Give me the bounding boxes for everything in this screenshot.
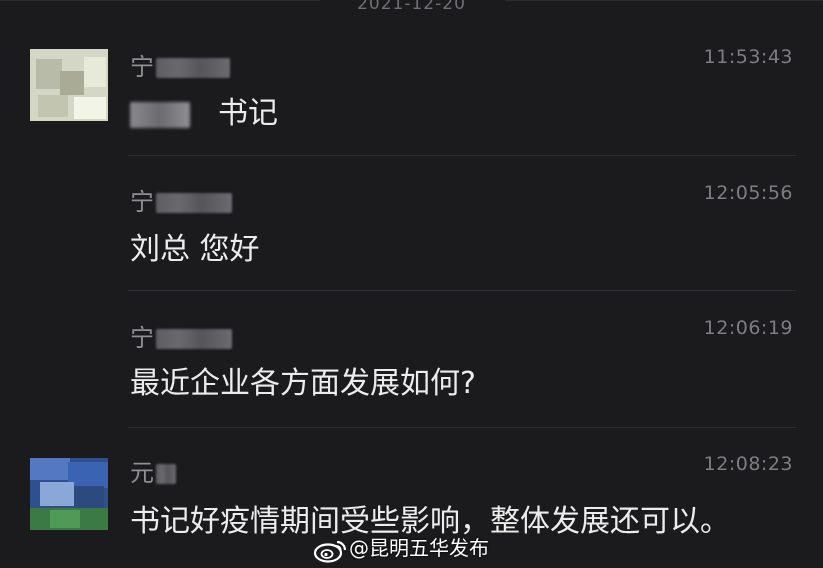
divider-line-right xyxy=(505,0,823,1)
sender-name: 宁 xyxy=(130,182,232,217)
message-time: 12:06:19 xyxy=(703,317,793,339)
message-divider xyxy=(128,427,796,428)
message-text: 书记 xyxy=(130,88,278,132)
sender-name: 元 xyxy=(130,453,176,488)
sender-name: 宁 xyxy=(130,318,232,353)
watermark: @昆明五华发布 xyxy=(313,532,489,563)
message-text: 刘总 您好 xyxy=(130,232,260,267)
blurred-name xyxy=(156,58,230,78)
message-time: 12:05:56 xyxy=(703,182,793,204)
blurred-name xyxy=(156,329,232,349)
blurred-name xyxy=(156,464,176,484)
blurred-mention xyxy=(130,101,190,128)
message-divider xyxy=(128,290,796,291)
sender-name: 宁 xyxy=(130,47,230,82)
weibo-icon xyxy=(313,537,349,563)
message-time: 11:53:43 xyxy=(703,46,793,68)
date-label: 2021-12-20 xyxy=(357,0,466,14)
watermark-text: @昆明五华发布 xyxy=(349,536,489,560)
divider-line-left xyxy=(0,0,320,1)
message-time: 12:08:23 xyxy=(703,453,793,475)
date-separator: 2021-12-20 xyxy=(0,0,823,18)
avatar[interactable] xyxy=(30,49,108,121)
message-text: 最近企业各方面发展如何? xyxy=(130,366,476,401)
message-divider xyxy=(128,155,796,156)
blurred-name xyxy=(156,193,232,213)
avatar[interactable] xyxy=(30,458,108,530)
